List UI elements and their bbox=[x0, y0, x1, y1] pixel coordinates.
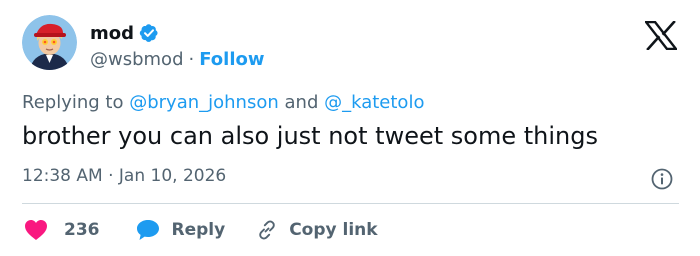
tweet-text: brother you can also just not tweet some… bbox=[22, 122, 598, 150]
replying-to-line: Replying to @bryan_johnson and @_katetol… bbox=[22, 92, 424, 113]
x-logo-icon[interactable] bbox=[643, 20, 679, 51]
author-handle[interactable]: @wsbmod bbox=[90, 49, 184, 70]
reply-label: Reply bbox=[171, 220, 226, 240]
author-handle-row: @wsbmod · Follow bbox=[90, 47, 265, 71]
link-icon bbox=[255, 218, 279, 242]
replying-prefix: Replying to bbox=[22, 92, 124, 113]
verified-badge-icon bbox=[139, 23, 159, 43]
author-display-name[interactable]: mod bbox=[90, 23, 134, 44]
heart-icon bbox=[24, 219, 48, 241]
speech-bubble-icon bbox=[136, 219, 160, 241]
separator-dot: · bbox=[188, 48, 195, 70]
mention-link[interactable]: @_katetolo bbox=[324, 92, 424, 113]
like-count: 236 bbox=[64, 220, 100, 240]
avatar-image bbox=[22, 15, 77, 70]
mention-link[interactable]: @bryan_johnson bbox=[129, 92, 279, 113]
avatar[interactable] bbox=[22, 15, 77, 70]
reply-button[interactable]: Reply bbox=[136, 219, 256, 241]
copy-link-label: Copy link bbox=[289, 220, 378, 240]
copy-link-button[interactable]: Copy link bbox=[255, 218, 378, 242]
follow-button[interactable]: Follow bbox=[199, 49, 264, 70]
tweet-timestamp[interactable]: 12:38 AM · Jan 10, 2026 bbox=[22, 166, 226, 186]
tweet-card: mod @wsbmod · Follow Replying to @bryan_… bbox=[0, 0, 700, 256]
divider bbox=[22, 203, 679, 204]
like-button[interactable]: 236 bbox=[24, 219, 136, 241]
author-name-row: mod bbox=[90, 20, 159, 46]
replying-conjunction: and bbox=[284, 92, 319, 113]
info-icon[interactable] bbox=[650, 167, 674, 191]
action-bar: 236 Reply Copy link bbox=[24, 216, 378, 244]
